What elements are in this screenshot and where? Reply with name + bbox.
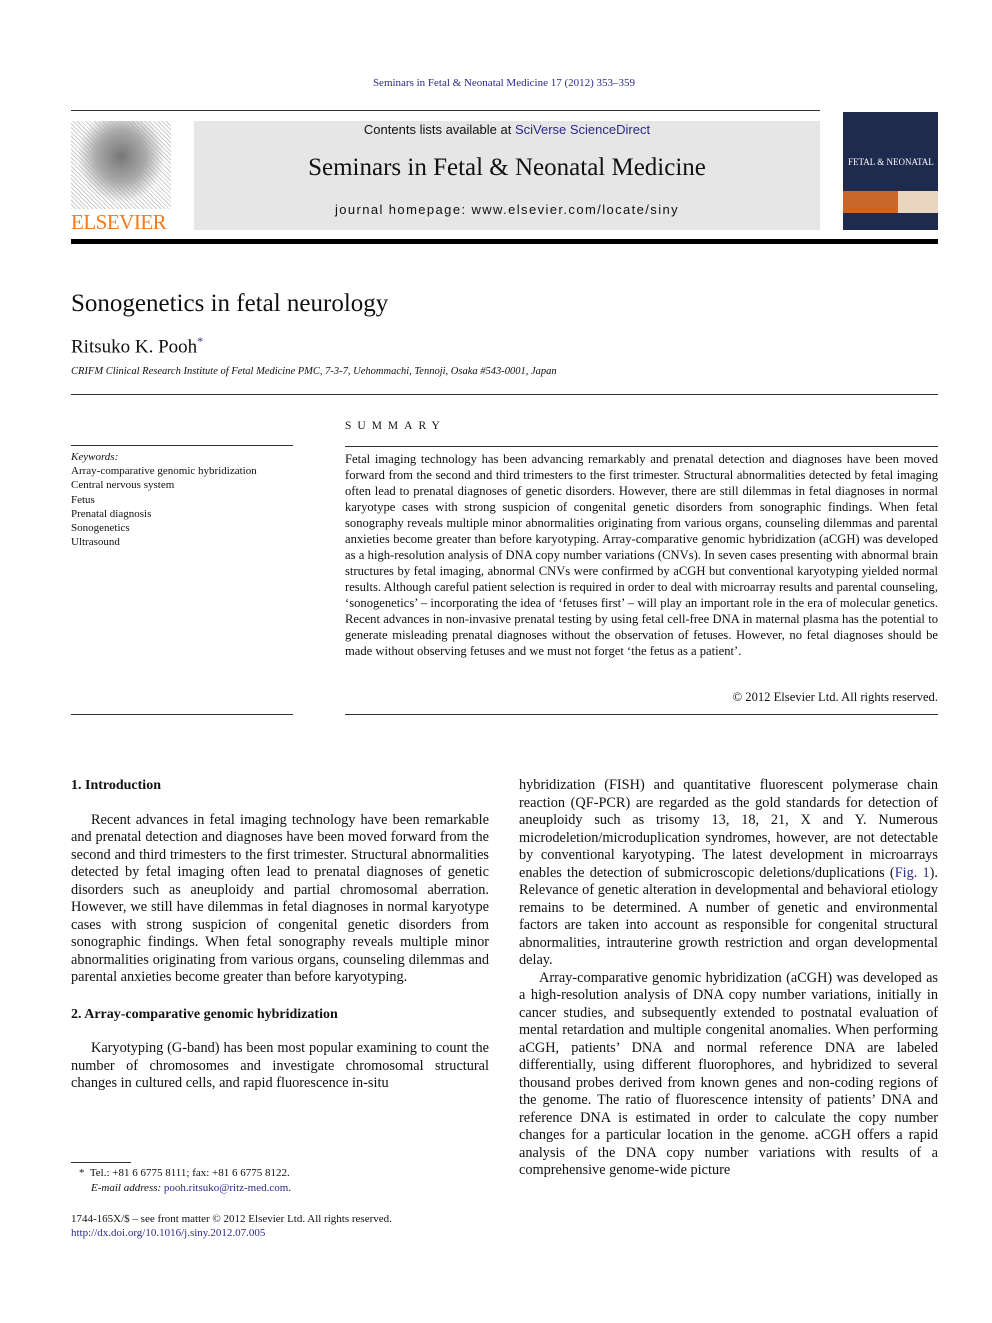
paragraph: Recent advances in fetal imaging technol… [71,811,489,986]
front-matter-text: 1744-165X/$ – see front matter © 2012 El… [71,1213,392,1225]
keyword: Fetus [71,493,95,506]
footnote-rule [71,1162,131,1163]
abstract-text: Fetal imaging technology has been advanc… [345,452,938,658]
footnote-mark: * [79,1167,85,1179]
paragraph: Karyotyping (G-band) has been most popul… [71,1040,489,1091]
footnote-tel: Tel.: +81 6 6775 8111; fax: +81 6 6775 8… [89,1167,290,1179]
paragraph: hybridization (FISH) and quantitative fl… [519,777,938,970]
footnote: * Tel.: +81 6 6775 8111; fax: +81 6 6775… [79,1167,292,1194]
summary-rule [345,714,938,715]
email-link[interactable]: pooh.ritsuko@ritz-med.com [164,1182,288,1194]
tree-logo-icon [71,121,171,209]
publisher-wordmark: ELSEVIER [71,210,167,234]
doi-link[interactable]: http://dx.doi.org/10.1016/j.siny.2012.07… [71,1227,265,1239]
figure-link[interactable]: Fig. 1 [895,865,930,881]
contents-line: Contents lists available at SciVerse Sci… [194,122,820,137]
section-heading: 2. Array-comparative genomic hybridizati… [71,1006,338,1022]
journal-citation[interactable]: Seminars in Fetal & Neonatal Medicine 17… [0,77,992,89]
cover-photo [898,191,938,213]
keywords-rule [71,714,293,715]
journal-banner: Contents lists available at SciVerse Sci… [194,121,820,230]
keyword: Array-comparative genomic hybridization [71,465,257,478]
email-label: E-mail address: [91,1182,162,1194]
paragraph-text: hybridization (FISH) and quantitative fl… [519,777,938,881]
summary-rule [345,446,938,447]
keywords-rule [71,445,293,446]
front-matter: 1744-165X/$ – see front matter © 2012 El… [71,1212,392,1240]
sciencedirect-link[interactable]: SciVerse ScienceDirect [515,122,650,137]
keyword: Sonogenetics [71,522,130,535]
contents-prefix: Contents lists available at [363,122,515,137]
section-heading: 1. Introduction [71,778,161,793]
paragraph: Array-comparative genomic hybridization … [519,969,938,1179]
divider [71,110,820,111]
divider [71,394,938,395]
keywords: Keywords: Array-comparative genomic hybr… [71,450,257,549]
cover-title: FETAL & NEONATAL [848,157,934,167]
keyword: Prenatal diagnosis [71,507,152,520]
journal-title: Seminars in Fetal & Neonatal Medicine [308,154,706,181]
summary-heading: SUMMARY [345,420,446,432]
keyword: Central nervous system [71,479,175,492]
author-name: Ritsuko K. Pooh [71,336,198,358]
header-divider [71,239,938,244]
author: Ritsuko K. Pooh* [71,334,203,358]
keyword: Ultrasound [71,536,120,549]
body-column-left: 1. Introduction Recent advances in fetal… [71,777,489,1093]
body-column-right: hybridization (FISH) and quantitative fl… [519,777,938,1180]
journal-homepage[interactable]: journal homepage: www.elsevier.com/locat… [194,202,820,217]
journal-cover-image[interactable]: FETAL & NEONATAL [843,112,938,230]
keywords-label: Keywords: [71,451,119,463]
affiliation: CRIFM Clinical Research Institute of Fet… [71,366,557,377]
abstract-copyright: © 2012 Elsevier Ltd. All rights reserved… [732,690,938,704]
elsevier-logo[interactable]: ELSEVIER [71,121,171,233]
article-title: Sonogenetics in fetal neurology [71,290,389,317]
author-footnote-mark[interactable]: * [197,334,203,348]
